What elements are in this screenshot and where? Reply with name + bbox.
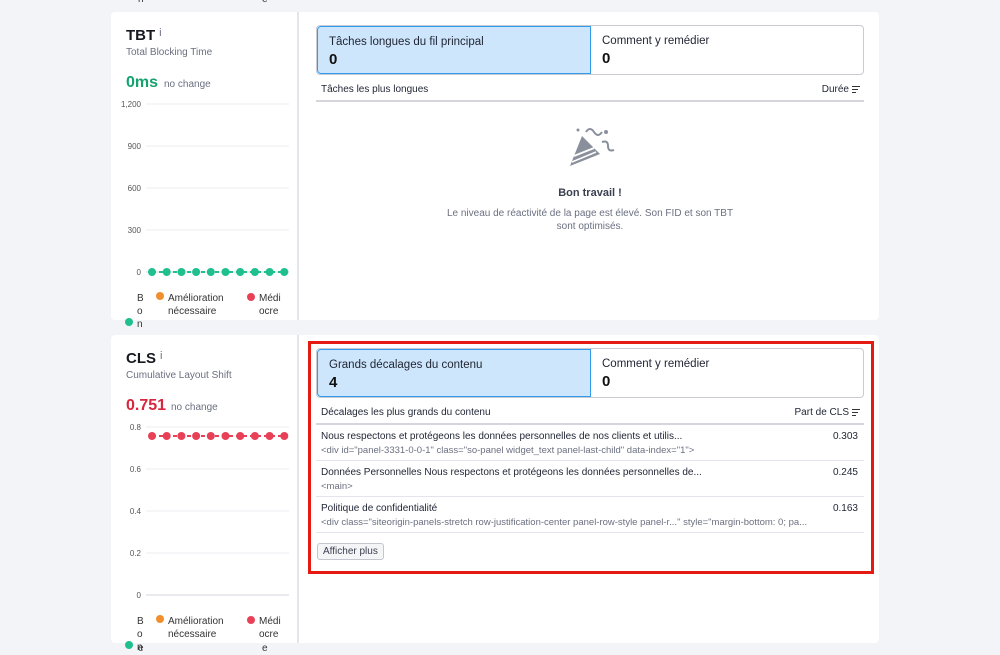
cls-chart: 0.8 0.6 0.4 0.2 0	[130, 423, 289, 600]
legend-poor: Médiocre	[247, 615, 283, 641]
data-point[interactable]	[280, 432, 289, 440]
data-point[interactable]	[221, 432, 230, 440]
red-dot-icon	[247, 616, 255, 624]
cls-value: 0.751	[126, 397, 167, 414]
row-code: <div id="panel-3331-0-0-1" class="so-pan…	[321, 445, 695, 456]
row-title: Nous respectons et protégeons les donnée…	[321, 431, 683, 442]
data-point[interactable]	[162, 432, 171, 440]
cls-subtitle: Cumulative Layout Shift	[126, 370, 232, 381]
y-tick: 0.2	[130, 549, 142, 558]
data-point[interactable]	[280, 268, 289, 276]
tbt-chart: 1,200 900 600 300 0	[121, 100, 289, 277]
stray-letter: e	[262, 0, 268, 5]
y-tick: 1,200	[121, 100, 142, 109]
list-header-label: Décalages les plus grands du contenu	[321, 407, 491, 418]
row-title: Politique de confidentialité	[321, 503, 438, 514]
cls-gridlines	[146, 426, 289, 596]
legend-needs-improvement: Amélioration nécessaire	[156, 615, 236, 641]
table-row[interactable]: Données Personnelles Nous respectons et …	[316, 461, 864, 497]
row-value: 0.163	[832, 503, 858, 514]
cls-card: CLS i Cumulative Layout Shift 0.751 no ch…	[111, 335, 879, 653]
orange-dot-icon	[156, 615, 164, 623]
data-point[interactable]	[177, 268, 186, 276]
data-point[interactable]	[148, 268, 156, 276]
tbt-title-text: TBT	[126, 27, 156, 44]
empty-title: Bon travail !	[558, 187, 622, 199]
legend-needs-improvement: Amélioration nécessaire	[156, 292, 236, 318]
data-point[interactable]	[148, 432, 156, 440]
tbt-card: TBT i Total Blocking Time 0ms no change 1…	[111, 12, 879, 330]
cls-change: no change	[171, 402, 218, 413]
tbt-gridlines	[146, 103, 289, 273]
tbt-change: no change	[164, 79, 211, 90]
empty-state: Bon travail ! Le niveau de réactivité de…	[316, 122, 864, 233]
green-dot-icon	[125, 318, 133, 326]
data-point[interactable]	[192, 432, 201, 440]
party-popper-icon	[570, 128, 615, 166]
stray-letter: n	[138, 0, 144, 5]
table-row[interactable]: Nous respectons et protégeons les donnée…	[316, 425, 864, 461]
empty-text: Le niveau de réactivité de la page est é…	[446, 208, 734, 232]
legend-good: Bon	[125, 292, 153, 331]
data-point[interactable]	[250, 432, 259, 440]
data-point[interactable]	[221, 268, 230, 276]
tbt-tabs: Tâches longues du fil principal 0 Comment…	[316, 25, 864, 75]
data-point[interactable]	[206, 268, 215, 276]
data-point[interactable]	[265, 432, 274, 440]
red-dot-icon	[247, 293, 255, 301]
tbt-list-header: Tâches les plus longues Durée	[316, 84, 864, 102]
data-point[interactable]	[206, 432, 215, 440]
y-tick: 600	[128, 184, 142, 193]
row-code: <main>	[321, 481, 353, 492]
tbt-value: 0ms	[126, 74, 159, 91]
data-point[interactable]	[250, 268, 259, 276]
sort-by-cls-share[interactable]: Part de CLS	[795, 407, 860, 418]
sort-icon	[852, 84, 860, 95]
y-tick: 0.8	[130, 423, 142, 432]
y-tick: 300	[128, 226, 142, 235]
data-point[interactable]	[192, 268, 201, 276]
tab-large-shifts[interactable]: Grands décalages du contenu 4	[317, 349, 591, 397]
tab-how-to-fix[interactable]: Comment y remédier 0	[591, 26, 863, 74]
cls-list-header: Décalages les plus grands du contenu Par…	[316, 407, 864, 425]
tab-how-to-fix[interactable]: Comment y remédier 0	[591, 349, 863, 397]
row-value: 0.245	[832, 467, 858, 478]
data-point[interactable]	[265, 268, 274, 276]
show-more-button[interactable]: Afficher plus	[317, 543, 384, 560]
data-point[interactable]	[177, 432, 186, 440]
info-icon[interactable]: i	[159, 27, 161, 39]
list-header-label: Tâches les plus longues	[321, 84, 429, 95]
tbt-subtitle: Total Blocking Time	[126, 47, 213, 58]
data-point[interactable]	[236, 268, 245, 276]
tbt-details: Tâches longues du fil principal 0 Comment…	[301, 12, 879, 320]
cls-tabs: Grands décalages du contenu 4 Comment y r…	[316, 348, 864, 398]
cls-title: CLS i	[126, 350, 162, 367]
tab-long-tasks[interactable]: Tâches longues du fil principal 0	[317, 26, 591, 74]
table-row[interactable]: Politique de confidentialité 0.163 <div …	[316, 497, 864, 533]
cls-metric-panel: CLS i Cumulative Layout Shift 0.751 no ch…	[111, 335, 299, 653]
row-code: <div class="siteorigin-panels-stretch ro…	[321, 517, 808, 528]
y-tick: 0	[137, 268, 142, 277]
row-value: 0.303	[832, 431, 858, 442]
sort-icon	[852, 407, 860, 418]
data-point[interactable]	[236, 432, 245, 440]
y-tick: 0	[137, 591, 142, 600]
sort-by-duration[interactable]: Durée	[822, 84, 860, 95]
row-title: Données Personnelles Nous respectons et …	[321, 467, 702, 478]
tbt-title: TBT i	[126, 27, 162, 44]
green-dot-icon	[125, 641, 133, 649]
cls-title-text: CLS	[126, 350, 156, 367]
stray-letter: e	[138, 643, 144, 654]
y-tick: 0.6	[130, 465, 142, 474]
info-icon[interactable]: i	[160, 350, 162, 362]
data-point[interactable]	[162, 268, 171, 276]
y-tick: 900	[128, 142, 142, 151]
stray-letter: e	[262, 643, 268, 654]
y-tick: 0.4	[130, 507, 142, 516]
tbt-metric-panel: TBT i Total Blocking Time 0ms no change 1…	[111, 12, 299, 330]
legend-poor: Médiocre	[247, 292, 283, 318]
cls-details: Grands décalages du contenu 4 Comment y r…	[301, 335, 879, 643]
orange-dot-icon	[156, 292, 164, 300]
